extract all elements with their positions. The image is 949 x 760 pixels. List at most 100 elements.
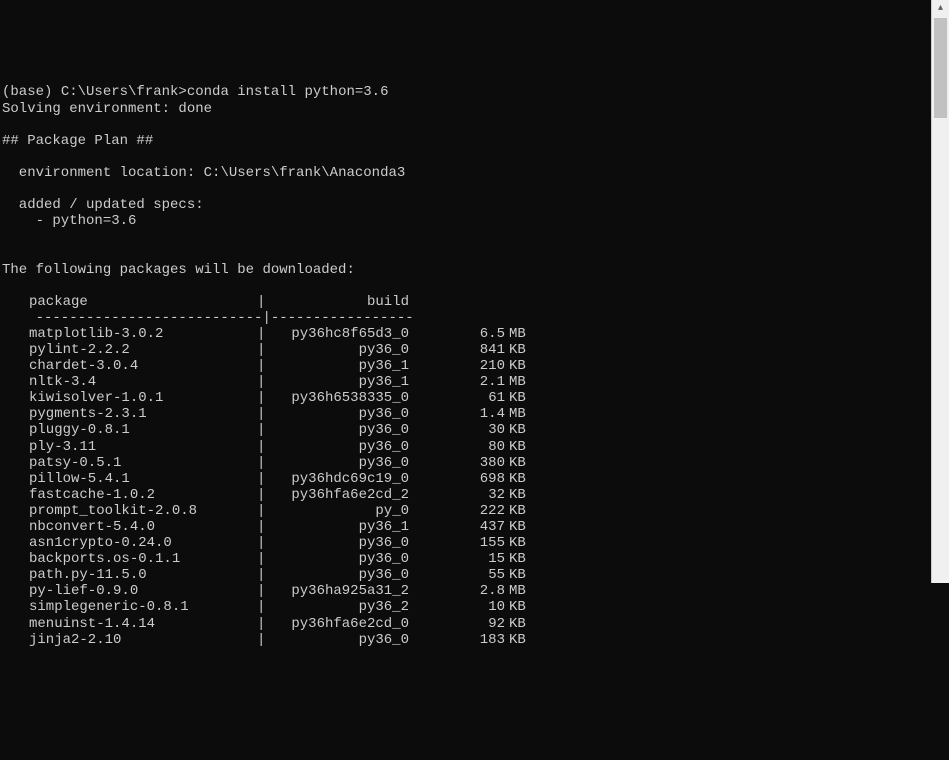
package-size-unit: KB bbox=[505, 519, 529, 535]
package-build: py36_1 bbox=[265, 374, 409, 390]
column-separator: | bbox=[257, 487, 265, 503]
package-name: nbconvert-5.4.0 bbox=[29, 519, 257, 535]
package-build: py36_1 bbox=[265, 519, 409, 535]
solving-line: Solving environment: done bbox=[2, 101, 212, 117]
column-separator: | bbox=[257, 503, 265, 519]
scrollbar-thumb[interactable] bbox=[934, 18, 947, 118]
package-name: prompt_toolkit-2.0.8 bbox=[29, 503, 257, 519]
column-separator: | bbox=[257, 439, 265, 455]
package-name: menuinst-1.4.14 bbox=[29, 616, 257, 632]
package-size: 80 bbox=[409, 439, 505, 455]
column-separator: | bbox=[257, 519, 265, 535]
column-separator: | bbox=[257, 599, 265, 615]
package-size-unit: KB bbox=[505, 471, 529, 487]
package-row: backports.os-0.1.1|py36_015KB bbox=[2, 551, 926, 567]
package-size: 380 bbox=[409, 455, 505, 471]
package-size: 10 bbox=[409, 599, 505, 615]
package-build: py36_0 bbox=[265, 455, 409, 471]
package-row: chardet-3.0.4|py36_1210KB bbox=[2, 358, 926, 374]
package-size: 92 bbox=[409, 616, 505, 632]
package-size: 222 bbox=[409, 503, 505, 519]
scrollbar-track[interactable] bbox=[932, 18, 949, 583]
package-size: 55 bbox=[409, 567, 505, 583]
package-size-unit: MB bbox=[505, 406, 529, 422]
package-size-unit: KB bbox=[505, 616, 529, 632]
package-name: matplotlib-3.0.2 bbox=[29, 326, 257, 342]
package-row: pygments-2.3.1|py36_01.4MB bbox=[2, 406, 926, 422]
package-size-unit: KB bbox=[505, 342, 529, 358]
package-build: py36_0 bbox=[265, 632, 409, 648]
package-size: 437 bbox=[409, 519, 505, 535]
package-size-unit: KB bbox=[505, 390, 529, 406]
package-name: chardet-3.0.4 bbox=[29, 358, 257, 374]
table-header-row: package|build bbox=[2, 294, 926, 310]
specs-header: added / updated specs: bbox=[2, 197, 204, 213]
package-row: nltk-3.4|py36_12.1MB bbox=[2, 374, 926, 390]
scrollbar-vertical[interactable]: ▴ bbox=[931, 0, 949, 583]
package-size: 32 bbox=[409, 487, 505, 503]
package-row: pluggy-0.8.1|py36_030KB bbox=[2, 422, 926, 438]
package-size: 30 bbox=[409, 422, 505, 438]
package-size: 6.5 bbox=[409, 326, 505, 342]
column-separator: | bbox=[257, 567, 265, 583]
package-build: py36_0 bbox=[265, 551, 409, 567]
package-size: 183 bbox=[409, 632, 505, 648]
package-row: matplotlib-3.0.2|py36hc8f65d3_06.5MB bbox=[2, 326, 926, 342]
download-header: The following packages will be downloade… bbox=[2, 262, 355, 278]
package-name: kiwisolver-1.0.1 bbox=[29, 390, 257, 406]
package-name: pluggy-0.8.1 bbox=[29, 422, 257, 438]
package-name: patsy-0.5.1 bbox=[29, 455, 257, 471]
package-name: backports.os-0.1.1 bbox=[29, 551, 257, 567]
package-build: py36_0 bbox=[265, 535, 409, 551]
package-row: nbconvert-5.4.0|py36_1437KB bbox=[2, 519, 926, 535]
package-build: py_0 bbox=[265, 503, 409, 519]
package-size-unit: KB bbox=[505, 358, 529, 374]
package-size-unit: KB bbox=[505, 535, 529, 551]
column-separator: | bbox=[257, 455, 265, 471]
package-size-unit: KB bbox=[505, 599, 529, 615]
package-row: jinja2-2.10|py36_0183KB bbox=[2, 632, 926, 648]
header-build: build bbox=[265, 294, 409, 310]
package-size-unit: KB bbox=[505, 503, 529, 519]
package-build: py36_0 bbox=[265, 439, 409, 455]
package-size: 841 bbox=[409, 342, 505, 358]
package-row: asn1crypto-0.24.0|py36_0155KB bbox=[2, 535, 926, 551]
column-separator: | bbox=[257, 551, 265, 567]
package-build: py36_0 bbox=[265, 342, 409, 358]
column-separator: | bbox=[257, 406, 265, 422]
package-build: py36ha925a31_2 bbox=[265, 583, 409, 599]
package-size: 2.8 bbox=[409, 583, 505, 599]
package-size: 155 bbox=[409, 535, 505, 551]
package-size-unit: KB bbox=[505, 487, 529, 503]
package-build: py36_2 bbox=[265, 599, 409, 615]
package-build: py36_1 bbox=[265, 358, 409, 374]
prompt-command: conda install python=3.6 bbox=[187, 84, 389, 100]
package-name: pylint-2.2.2 bbox=[29, 342, 257, 358]
package-name: jinja2-2.10 bbox=[29, 632, 257, 648]
package-build: py36hdc69c19_0 bbox=[265, 471, 409, 487]
package-size: 698 bbox=[409, 471, 505, 487]
package-size-unit: KB bbox=[505, 567, 529, 583]
package-name: pygments-2.3.1 bbox=[29, 406, 257, 422]
package-name: pillow-5.4.1 bbox=[29, 471, 257, 487]
package-size-unit: MB bbox=[505, 374, 529, 390]
column-separator: | bbox=[257, 342, 265, 358]
package-row: menuinst-1.4.14|py36hfa6e2cd_092KB bbox=[2, 616, 926, 632]
column-separator: | bbox=[257, 471, 265, 487]
package-size: 15 bbox=[409, 551, 505, 567]
package-name: path.py-11.5.0 bbox=[29, 567, 257, 583]
package-row: pylint-2.2.2|py36_0841KB bbox=[2, 342, 926, 358]
package-build: py36hfa6e2cd_2 bbox=[265, 487, 409, 503]
package-name: nltk-3.4 bbox=[29, 374, 257, 390]
column-separator: | bbox=[257, 616, 265, 632]
package-row: ply-3.11|py36_080KB bbox=[2, 439, 926, 455]
scrollbar-up-button[interactable]: ▴ bbox=[932, 0, 949, 18]
column-separator: | bbox=[257, 358, 265, 374]
package-row: fastcache-1.0.2|py36hfa6e2cd_232KB bbox=[2, 487, 926, 503]
terminal-output: (base) C:\Users\frank>conda install pyth… bbox=[0, 64, 928, 647]
package-size-unit: KB bbox=[505, 551, 529, 567]
table-divider: ---------------------------|------------… bbox=[2, 310, 414, 326]
column-separator: | bbox=[257, 326, 265, 342]
package-build: py36_0 bbox=[265, 422, 409, 438]
package-row: path.py-11.5.0|py36_055KB bbox=[2, 567, 926, 583]
